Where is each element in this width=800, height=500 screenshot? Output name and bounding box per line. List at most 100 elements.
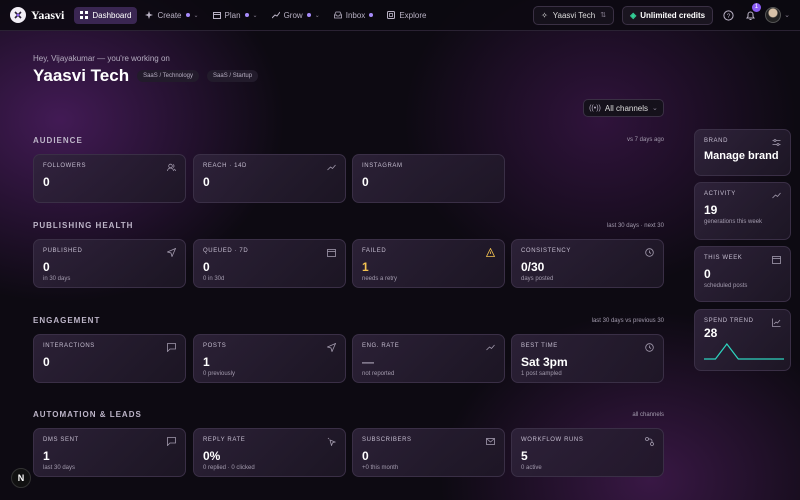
card-label: BEST TIME: [521, 343, 558, 349]
card-sub: 0 replied · 0 clicked: [203, 465, 255, 471]
card-published[interactable]: PUBLISHED 0 in 30 days: [33, 239, 186, 288]
trending-up-icon: [486, 344, 495, 351]
calendar-icon: [212, 12, 221, 19]
card-label: ENG. RATE: [362, 343, 400, 349]
card-value: 5: [521, 449, 528, 463]
card-sub: 0 active: [521, 465, 542, 471]
card-value: 1: [43, 449, 50, 463]
help-button[interactable]: ?: [721, 8, 735, 22]
trending-up-icon: [271, 11, 280, 19]
card-failed[interactable]: FAILED 1 needs a retry: [352, 239, 505, 288]
broadcast-icon: ((•)): [589, 104, 601, 112]
section-automation-note: all channels: [632, 412, 664, 418]
credit-icon: ◈: [630, 10, 637, 20]
top-navigation-bar: Yaasvi Dashboard Create ⌄ Plan ⌄ Grow ⌄ …: [0, 0, 800, 31]
logo[interactable]: Yaasvi: [10, 7, 64, 23]
side-card-activity[interactable]: ACTIVITY 19 generations this week: [694, 182, 791, 240]
card-consistency[interactable]: CONSISTENCY 0/30 days posted: [511, 239, 664, 288]
card-value: 19: [704, 203, 718, 217]
nav-inbox-dot: [369, 13, 374, 17]
nav-dashboard[interactable]: Dashboard: [74, 6, 138, 24]
chevron-down-icon: ⌄: [252, 12, 258, 19]
side-card-brand[interactable]: BRAND Manage brand: [694, 129, 791, 176]
card-value: 0: [203, 175, 210, 189]
credits-button[interactable]: ◈ Unlimited credits: [622, 5, 714, 25]
chevron-down-icon: ⌄: [193, 12, 199, 19]
chevron-down-icon: ⌄: [314, 12, 320, 19]
nav-plan-dot: [244, 13, 249, 17]
stage-tag: SaaS / Startup: [207, 70, 259, 82]
card-sub: in 30 days: [43, 276, 71, 282]
nav-inbox-label: Inbox: [345, 10, 366, 20]
card-value: 0: [362, 175, 369, 189]
nav-create[interactable]: Create ⌄: [139, 7, 204, 24]
nav-create-label: Create: [157, 10, 182, 20]
chevron-down-icon: ⌄: [652, 105, 658, 112]
section-audience-note: vs 7 days ago: [626, 137, 664, 143]
section-audience-label: AUDIENCE: [33, 136, 83, 145]
send-icon: [327, 343, 336, 352]
next-devtools-button[interactable]: N: [11, 468, 31, 488]
page-title: Yaasvi Tech: [33, 66, 130, 85]
card-subscribers[interactable]: SUBSCRIBERS 0 +0 this month: [352, 428, 505, 477]
card-eng-rate[interactable]: ENG. RATE — not reported: [352, 334, 505, 383]
users-icon: [167, 163, 176, 172]
calendar-icon: [772, 256, 781, 264]
nav-plan[interactable]: Plan ⌄: [207, 7, 264, 24]
brand-switcher[interactable]: ✧ Yaasvi Tech ⇅: [533, 5, 615, 25]
card-label: SPEND TREND: [704, 318, 754, 324]
clock-icon: [645, 343, 654, 352]
spend-sparkline: [704, 343, 784, 360]
svg-text:?: ?: [726, 13, 730, 20]
card-label: POSTS: [203, 343, 227, 349]
card-sub: not reported: [362, 371, 395, 377]
calendar-icon: [327, 249, 336, 257]
card-value: 0: [43, 355, 50, 369]
help-icon: ?: [723, 9, 734, 21]
nav-explore-label: Explore: [399, 10, 427, 20]
card-reply-rate[interactable]: REPLY RATE 0% 0 replied · 0 clicked: [193, 428, 346, 477]
nav-plan-label: Plan: [224, 10, 241, 20]
nav-inbox[interactable]: Inbox: [328, 7, 380, 24]
card-sub: last 30 days: [43, 465, 76, 471]
card-sub: generations this week: [704, 219, 763, 225]
card-value: 28: [704, 326, 718, 340]
card-label: INTERACTIONS: [43, 343, 95, 349]
card-queued[interactable]: QUEUED · 7D 0 0 in 30d: [193, 239, 346, 288]
notifications-button[interactable]: 1: [743, 3, 762, 22]
card-reach[interactable]: REACH · 14D 0: [193, 154, 346, 203]
logo-icon: [10, 7, 26, 23]
card-value: 0: [704, 267, 711, 281]
chevron-down-icon: ⌄: [784, 12, 790, 19]
workflow-icon: [645, 437, 654, 446]
card-label: QUEUED · 7D: [203, 248, 249, 254]
card-sub: 1 post sampled: [521, 371, 562, 377]
card-interactions[interactable]: INTERACTIONS 0: [33, 334, 186, 383]
card-label: THIS WEEK: [704, 255, 743, 261]
card-label: REACH · 14D: [203, 163, 247, 169]
message-icon: [167, 343, 176, 352]
nav-grow[interactable]: Grow ⌄: [266, 7, 326, 24]
card-value: 0: [43, 175, 50, 189]
side-card-this-week[interactable]: THIS WEEK 0 scheduled posts: [694, 246, 791, 302]
card-best-time[interactable]: BEST TIME Sat 3pm 1 post sampled: [511, 334, 664, 383]
card-instagram[interactable]: INSTAGRAM 0: [352, 154, 505, 203]
card-followers[interactable]: FOLLOWERS 0: [33, 154, 186, 203]
card-posts[interactable]: POSTS 1 0 previously: [193, 334, 346, 383]
title-row: Yaasvi Tech SaaS / Technology SaaS / Sta…: [33, 66, 259, 86]
card-value: 1: [362, 260, 369, 274]
sliders-icon: [772, 139, 781, 146]
card-value: 0: [43, 260, 50, 274]
card-dms-sent[interactable]: DMS SENT 1 last 30 days: [33, 428, 186, 477]
nav-explore[interactable]: Explore: [381, 7, 432, 24]
card-value: 0: [362, 449, 369, 463]
card-label: SUBSCRIBERS: [362, 437, 412, 443]
side-card-spend-trend[interactable]: SPEND TREND 28: [694, 309, 791, 371]
section-publishing-note: last 30 days · next 30: [606, 223, 664, 229]
user-menu[interactable]: ⌄: [765, 7, 790, 23]
card-value: 0%: [203, 449, 221, 463]
explore-icon: [387, 11, 396, 19]
channels-filter[interactable]: ((•)) All channels ⌄: [583, 99, 664, 117]
dashboard-icon: [80, 11, 89, 19]
card-workflow-runs[interactable]: WORKFLOW RUNS 5 0 active: [511, 428, 664, 477]
